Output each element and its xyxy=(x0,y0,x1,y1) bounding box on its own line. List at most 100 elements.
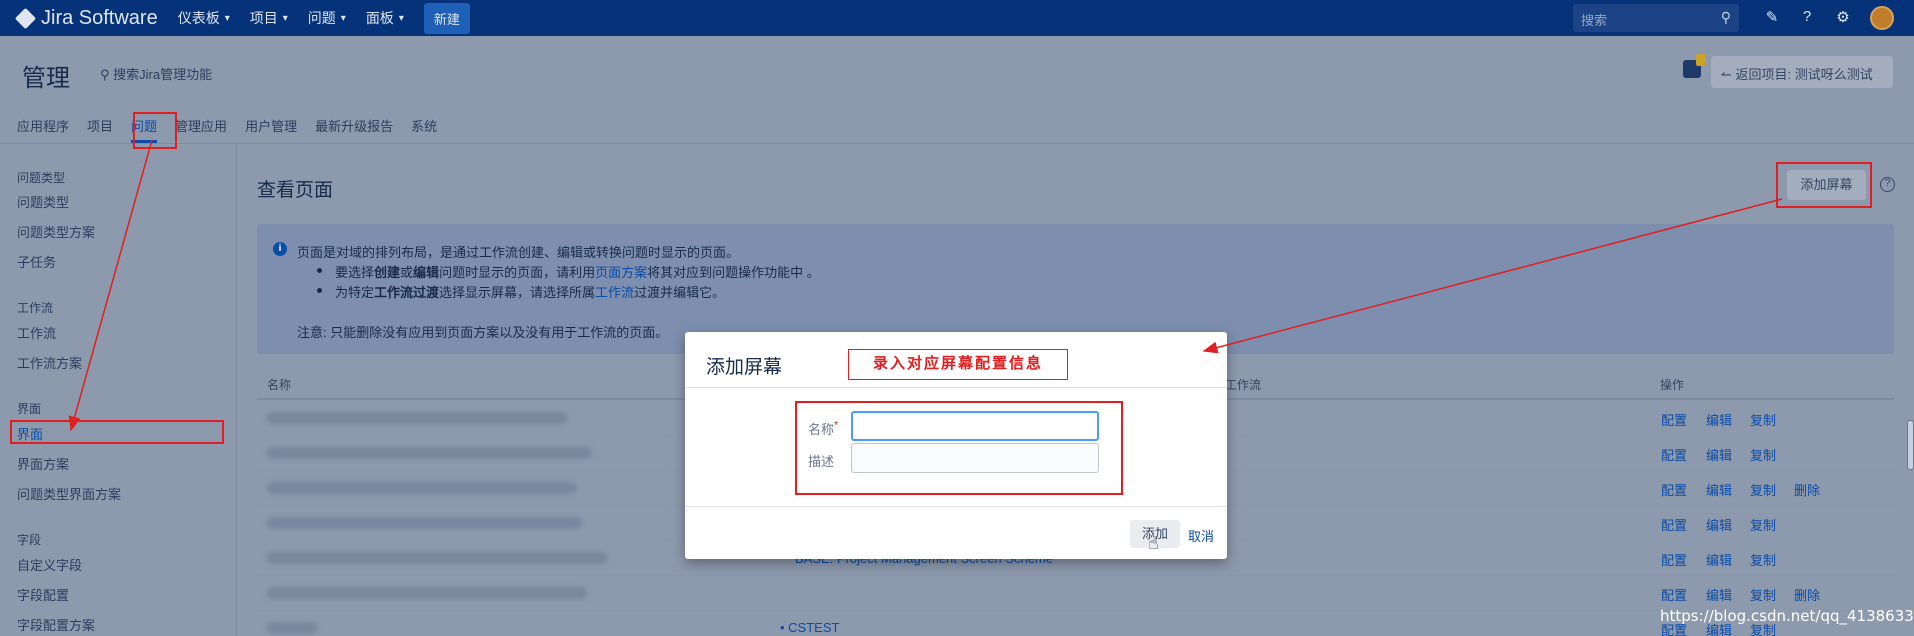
sidebar-heading-fields: 字段 xyxy=(17,533,42,547)
tab-applications[interactable]: 应用程序 xyxy=(17,116,69,135)
nav-label: 仪表板 xyxy=(177,10,220,26)
chevron-down-icon: ▾ xyxy=(398,12,404,24)
edit-link[interactable]: 编辑 xyxy=(1706,410,1732,429)
edit-link[interactable]: 编辑 xyxy=(1706,515,1732,534)
copy-link[interactable]: 复制 xyxy=(1750,480,1776,499)
watermark-text: https://blog.csdn.net/qq_41386332 xyxy=(1660,607,1914,625)
sidebar-item-screen-schemes[interactable]: 界面方案 xyxy=(17,454,69,473)
dialog-header-divider xyxy=(685,387,1227,388)
back-button-label: 返回项目: 测试呀么测试 xyxy=(1735,67,1873,82)
column-header-workflow: 工作流 xyxy=(1225,378,1262,392)
annotation-highlight-screens-item xyxy=(10,420,224,444)
notification-icon[interactable] xyxy=(1683,54,1706,78)
info-note: 注意: 只能删除没有应用到页面方案以及没有用于工作流的页面。 xyxy=(297,325,669,340)
configure-link[interactable]: 配置 xyxy=(1661,410,1687,429)
copy-link[interactable]: 复制 xyxy=(1750,515,1776,534)
tab-latest-upgrade-report[interactable]: 最新升级报告 xyxy=(315,116,393,135)
page-title: 管理 xyxy=(22,65,70,92)
info-icon: i xyxy=(273,242,287,256)
screen-description-input[interactable] xyxy=(851,443,1099,473)
sidebar-item-issue-type-screen-schemes[interactable]: 问题类型界面方案 xyxy=(17,484,121,503)
avatar[interactable] xyxy=(1870,6,1894,30)
help-icon[interactable]: ? xyxy=(1797,8,1817,25)
edit-link[interactable]: 编辑 xyxy=(1706,480,1732,499)
nav-projects[interactable]: 项目 ▾ xyxy=(250,8,288,28)
workflows-link[interactable]: 工作流 xyxy=(595,285,634,300)
configure-link[interactable]: 配置 xyxy=(1661,515,1687,534)
admin-tabs: 应用程序 项目 问题 管理应用 用户管理 最新升级报告 系统 xyxy=(0,116,437,143)
sidebar-item-field-configuration-schemes[interactable]: 字段配置方案 xyxy=(17,615,95,634)
scrollbar-handle[interactable] xyxy=(1907,420,1914,470)
table-row-name-blurred xyxy=(267,447,592,459)
copy-link[interactable]: 复制 xyxy=(1750,445,1776,464)
row-divider xyxy=(257,575,1894,576)
nav-dashboards[interactable]: 仪表板 ▾ xyxy=(178,8,230,28)
screen-schemes-link[interactable]: 页面方案 xyxy=(595,265,647,280)
configure-link[interactable]: 配置 xyxy=(1661,480,1687,499)
name-label-text: 名称 xyxy=(808,422,835,437)
gear-icon[interactable]: ⚙ xyxy=(1833,8,1853,26)
sidebar-item-subtasks[interactable]: 子任务 xyxy=(17,252,56,271)
tab-system[interactable]: 系统 xyxy=(411,116,437,135)
delete-link[interactable]: 删除 xyxy=(1794,480,1820,499)
admin-sidebar: 问题类型 问题类型 问题类型方案 子任务 工作流 工作流 工作流方案 界面 界面… xyxy=(0,144,237,636)
sidebar-heading-screens: 界面 xyxy=(17,402,42,416)
configure-link[interactable]: 配置 xyxy=(1661,585,1687,604)
required-mark: * xyxy=(834,419,839,432)
sidebar-item-custom-fields[interactable]: 自定义字段 xyxy=(17,555,82,574)
table-row-name-blurred xyxy=(267,482,577,494)
admin-search-link[interactable]: ⚲ 搜索Jira管理功能 xyxy=(100,64,212,83)
project-link-label: CSTEST xyxy=(788,620,840,635)
description-field-label: 描述 xyxy=(808,454,835,469)
cancel-link[interactable]: 取消 xyxy=(1188,526,1214,545)
search-placeholder: 搜索 xyxy=(1581,13,1608,28)
project-link[interactable]: • CSTEST xyxy=(780,620,839,635)
annotation-highlight-add-screen xyxy=(1776,162,1872,208)
feedback-megaphone-icon[interactable]: ✎ xyxy=(1762,8,1782,26)
sidebar-heading-issue-types: 问题类型 xyxy=(17,171,66,185)
nav-issues[interactable]: 问题 ▾ xyxy=(308,8,346,28)
back-arrow-icon: ↼ xyxy=(1721,67,1736,82)
copy-link[interactable]: 复制 xyxy=(1750,550,1776,569)
nav-label: 问题 xyxy=(307,10,336,26)
global-search-input[interactable]: 搜索 ⚲ xyxy=(1573,4,1739,32)
annotation-highlight-issues-tab xyxy=(133,112,177,149)
edit-link[interactable]: 编辑 xyxy=(1706,445,1732,464)
search-icon: ⚲ xyxy=(100,67,114,82)
table-row-name-blurred xyxy=(267,412,567,424)
sidebar-item-issue-type-schemes[interactable]: 问题类型方案 xyxy=(17,222,95,241)
annotation-label: 录入对应屏幕配置信息 xyxy=(848,349,1068,380)
row-divider xyxy=(257,610,1894,611)
tab-projects[interactable]: 项目 xyxy=(87,116,113,135)
screen-name-input[interactable] xyxy=(851,411,1099,441)
back-to-project-button[interactable]: ↼ 返回项目: 测试呀么测试 xyxy=(1711,56,1893,88)
delete-link[interactable]: 删除 xyxy=(1794,585,1820,604)
search-icon: ⚲ xyxy=(1720,9,1731,25)
tab-manage-apps[interactable]: 管理应用 xyxy=(175,116,227,135)
nav-label: 项目 xyxy=(249,10,278,26)
sidebar-item-workflow-schemes[interactable]: 工作流方案 xyxy=(17,353,82,372)
configure-link[interactable]: 配置 xyxy=(1661,550,1687,569)
admin-search-label: 搜索Jira管理功能 xyxy=(113,67,213,82)
help-icon[interactable]: ? xyxy=(1880,177,1895,192)
edit-link[interactable]: 编辑 xyxy=(1706,585,1732,604)
tab-user-management[interactable]: 用户管理 xyxy=(245,116,297,135)
add-screen-dialog: 添加屏幕 录入对应屏幕配置信息 名称* 描述 添加 取消 ☝ xyxy=(685,332,1227,559)
sidebar-heading-workflows: 工作流 xyxy=(17,301,54,315)
edit-link[interactable]: 编辑 xyxy=(1706,550,1732,569)
sidebar-item-workflows[interactable]: 工作流 xyxy=(17,323,56,342)
sidebar-item-field-configurations[interactable]: 字段配置 xyxy=(17,585,69,604)
create-button[interactable]: 新建 xyxy=(423,2,470,34)
table-row-name-blurred xyxy=(267,517,582,529)
configure-link[interactable]: 配置 xyxy=(1661,445,1687,464)
bullet-dot xyxy=(317,288,322,293)
table-row-name-blurred xyxy=(267,587,587,599)
jira-logo[interactable]: Jira Software xyxy=(14,7,158,30)
hand-cursor-icon: ☝ xyxy=(1148,533,1159,553)
name-field-label: 名称* xyxy=(808,419,838,438)
copy-link[interactable]: 复制 xyxy=(1750,585,1776,604)
nav-boards[interactable]: 面板 ▾ xyxy=(366,8,404,28)
sidebar-item-issue-types[interactable]: 问题类型 xyxy=(17,192,69,211)
dialog-footer-divider xyxy=(685,506,1227,507)
copy-link[interactable]: 复制 xyxy=(1750,410,1776,429)
